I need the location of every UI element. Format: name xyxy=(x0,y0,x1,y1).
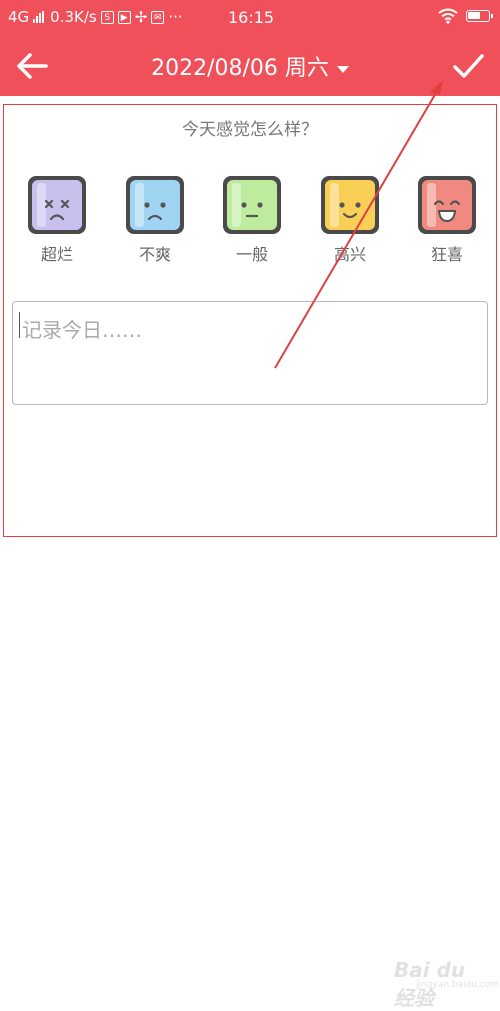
terrible-face-icon xyxy=(28,176,86,234)
mood-option-normal[interactable]: 一般 xyxy=(212,173,292,265)
more-notifications-icon: ··· xyxy=(168,8,183,26)
signal-icon xyxy=(33,11,45,23)
mood-label: 狂喜 xyxy=(430,245,463,264)
status-bar: 4G 0.3K/s S ▶ ✢ ✉ ··· 16:15 xyxy=(0,0,500,36)
checkmark-icon xyxy=(453,54,484,78)
mood-label: 超烂 xyxy=(40,245,73,264)
wifi-icon xyxy=(438,8,458,24)
happy-face-icon xyxy=(321,176,379,234)
mood-question: 今天感觉怎么样？ xyxy=(182,120,318,140)
date-label[interactable]: 2022/08/06 周六 xyxy=(151,56,329,81)
upset-face-icon xyxy=(126,176,184,234)
note-placeholder: 记录今日…… xyxy=(22,318,142,342)
mood-option-ecstatic[interactable]: 狂喜 xyxy=(407,173,487,265)
mood-label: 不爽 xyxy=(138,245,171,264)
play-icon: ▶ xyxy=(117,10,131,24)
caret-down-icon[interactable] xyxy=(336,65,349,73)
status-right xyxy=(438,8,493,24)
ecstatic-face-icon xyxy=(418,176,476,234)
s-badge-icon: S xyxy=(100,10,114,24)
baidu-watermark: Bai du 经验 jingyan.baidu.com xyxy=(390,956,499,1010)
network-type: 4G xyxy=(8,8,30,26)
date-selector[interactable]: 2022/08/06 周六 xyxy=(0,50,500,82)
pinwheel-icon: ✢ xyxy=(134,8,148,26)
text-cursor xyxy=(19,312,20,338)
mood-option-upset[interactable]: 不爽 xyxy=(115,173,195,265)
battery-icon xyxy=(466,10,493,22)
neutral-face-icon xyxy=(223,176,281,234)
status-left: 4G 0.3K/s S ▶ ✢ ✉ ··· xyxy=(8,8,183,26)
mood-card: 今天感觉怎么样？ 超烂 不爽 一般 高兴 狂喜 记录今日…… xyxy=(3,104,497,537)
mail-icon: ✉ xyxy=(151,10,165,24)
clock: 16:15 xyxy=(228,8,275,27)
mood-option-terrible[interactable]: 超烂 xyxy=(17,173,97,265)
mood-label: 高兴 xyxy=(333,245,366,264)
toolbar: 2022/08/06 周六 xyxy=(0,36,500,96)
mood-label: 一般 xyxy=(235,245,268,264)
mood-option-happy[interactable]: 高兴 xyxy=(310,173,390,265)
network-speed: 0.3K/s xyxy=(50,8,97,26)
note-input[interactable]: 记录今日…… xyxy=(12,301,488,405)
watermark-url: jingyan.baidu.com xyxy=(416,980,500,990)
confirm-button[interactable] xyxy=(448,48,488,84)
